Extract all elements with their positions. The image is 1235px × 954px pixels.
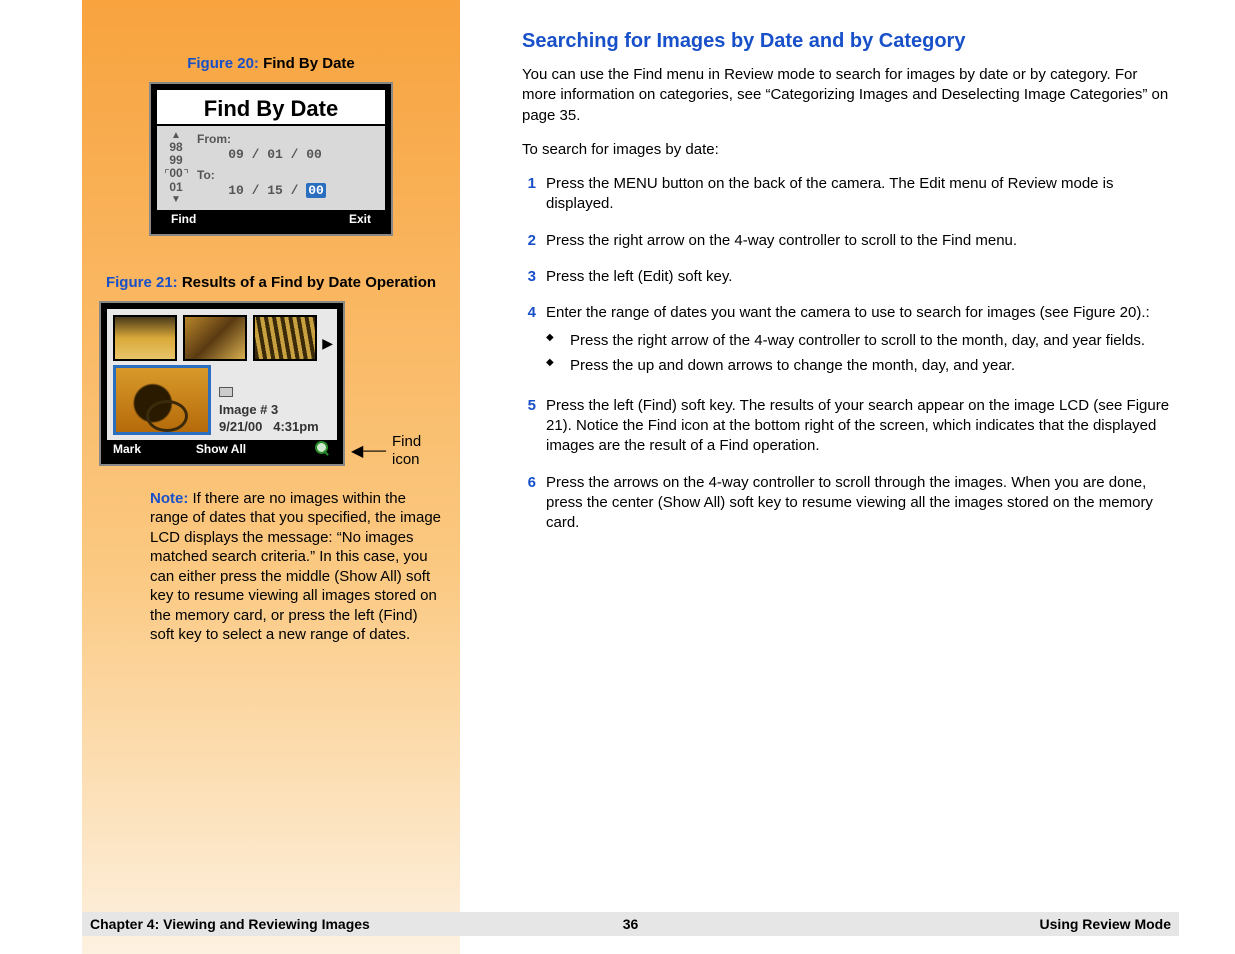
lcd21-softkey-showall: Show All bbox=[111, 442, 331, 456]
figure-21-label: Figure 21: bbox=[106, 274, 178, 291]
diamond-bullet-icon: ◆ bbox=[546, 356, 560, 376]
note-text: If there are no images within the range … bbox=[150, 490, 441, 644]
step-number: 5 bbox=[522, 396, 536, 457]
intro-paragraph: You can use the Find menu in Review mode… bbox=[522, 65, 1175, 126]
sublist-item: ◆Press the up and down arrows to change … bbox=[546, 356, 1175, 376]
lcd20-year-roller: ▲ 98 99 ⌜00⌝ 01 ▼ bbox=[157, 126, 195, 210]
thumbnail-1 bbox=[113, 315, 177, 361]
figure-21-lcd: ▶ Image # 3 9/21/00 4:31pm Mark Show All bbox=[101, 303, 343, 464]
scroll-right-icon: ▶ bbox=[322, 335, 333, 352]
find-icon-callout: ◀── Find icon bbox=[351, 433, 432, 469]
lcd20-title: Find By Date bbox=[157, 90, 385, 126]
step-item: 6Press the arrows on the 4-way controlle… bbox=[522, 473, 1175, 534]
lcd20-softkey-find: Find bbox=[171, 212, 196, 226]
step-number: 2 bbox=[522, 231, 536, 251]
note-label: Note: bbox=[150, 490, 188, 507]
thumbnail-3 bbox=[253, 315, 317, 361]
lcd20-softkey-exit: Exit bbox=[349, 212, 371, 226]
step-body: Press the left (Edit) soft key. bbox=[546, 267, 1175, 287]
step-item: 1Press the MENU button on the back of th… bbox=[522, 174, 1175, 215]
sidebar-column: Figure 20: Find By Date Find By Date ▲ 9… bbox=[82, 0, 460, 954]
note-block: Note: If there are no images within the … bbox=[150, 489, 442, 645]
steps-list: 1Press the MENU button on the back of th… bbox=[522, 174, 1175, 533]
step-number: 4 bbox=[522, 303, 536, 380]
page-footer: Chapter 4: Viewing and Reviewing Images … bbox=[82, 912, 1179, 936]
image-metadata: Image # 3 9/21/00 4:31pm bbox=[219, 365, 319, 436]
main-column: Searching for Images by Date and by Cate… bbox=[460, 0, 1235, 954]
sublist-item: ◆Press the right arrow of the 4-way cont… bbox=[546, 331, 1175, 351]
down-arrow-icon: ▼ bbox=[157, 194, 195, 205]
step-body: Press the left (Find) soft key. The resu… bbox=[546, 396, 1175, 457]
step-number: 1 bbox=[522, 174, 536, 215]
step-number: 3 bbox=[522, 267, 536, 287]
callout-arrow-icon: ◀── bbox=[351, 441, 386, 461]
selected-image-preview bbox=[113, 365, 211, 435]
step-item: 5Press the left (Find) soft key. The res… bbox=[522, 396, 1175, 457]
step-body: Enter the range of dates you want the ca… bbox=[546, 303, 1175, 380]
step-sublist: ◆Press the right arrow of the 4-way cont… bbox=[546, 331, 1175, 376]
step-body: Press the arrows on the 4-way controller… bbox=[546, 473, 1175, 534]
figure-20-label: Figure 20: bbox=[187, 55, 259, 72]
figure-20-caption: Figure 20: Find By Date bbox=[100, 55, 442, 72]
diamond-bullet-icon: ◆ bbox=[546, 331, 560, 351]
figure-21-caption: Figure 21: Results of a Find by Date Ope… bbox=[100, 274, 442, 291]
figure-20-title: Find By Date bbox=[263, 55, 355, 72]
footer-section: Using Review Mode bbox=[1040, 916, 1171, 932]
memory-card-icon bbox=[219, 387, 233, 397]
section-heading: Searching for Images by Date and by Cate… bbox=[522, 30, 1175, 53]
step-item: 3 Press the left (Edit) soft key. bbox=[522, 267, 1175, 287]
footer-page-number: 36 bbox=[82, 916, 1179, 932]
step-item: 2 Press the right arrow on the 4-way cont… bbox=[522, 231, 1175, 251]
lcd20-date-fields: From: 09 / 01 / 00 To: 10 / 15 / 00 bbox=[195, 126, 385, 210]
step-body: Press the MENU button on the back of the… bbox=[546, 174, 1175, 215]
figure-21-title: Results of a Find by Date Operation bbox=[182, 274, 436, 291]
thumbnail-2 bbox=[183, 315, 247, 361]
lead-paragraph: To search for images by date: bbox=[522, 140, 1175, 160]
find-icon bbox=[315, 441, 331, 457]
step-number: 6 bbox=[522, 473, 536, 534]
lcd20-selected-year: 00 bbox=[306, 183, 326, 198]
step-item: 4Enter the range of dates you want the c… bbox=[522, 303, 1175, 380]
step-body: Press the right arrow on the 4-way contr… bbox=[546, 231, 1175, 251]
figure-20-lcd: Find By Date ▲ 98 99 ⌜00⌝ 01 ▼ From: 09 … bbox=[151, 84, 391, 234]
